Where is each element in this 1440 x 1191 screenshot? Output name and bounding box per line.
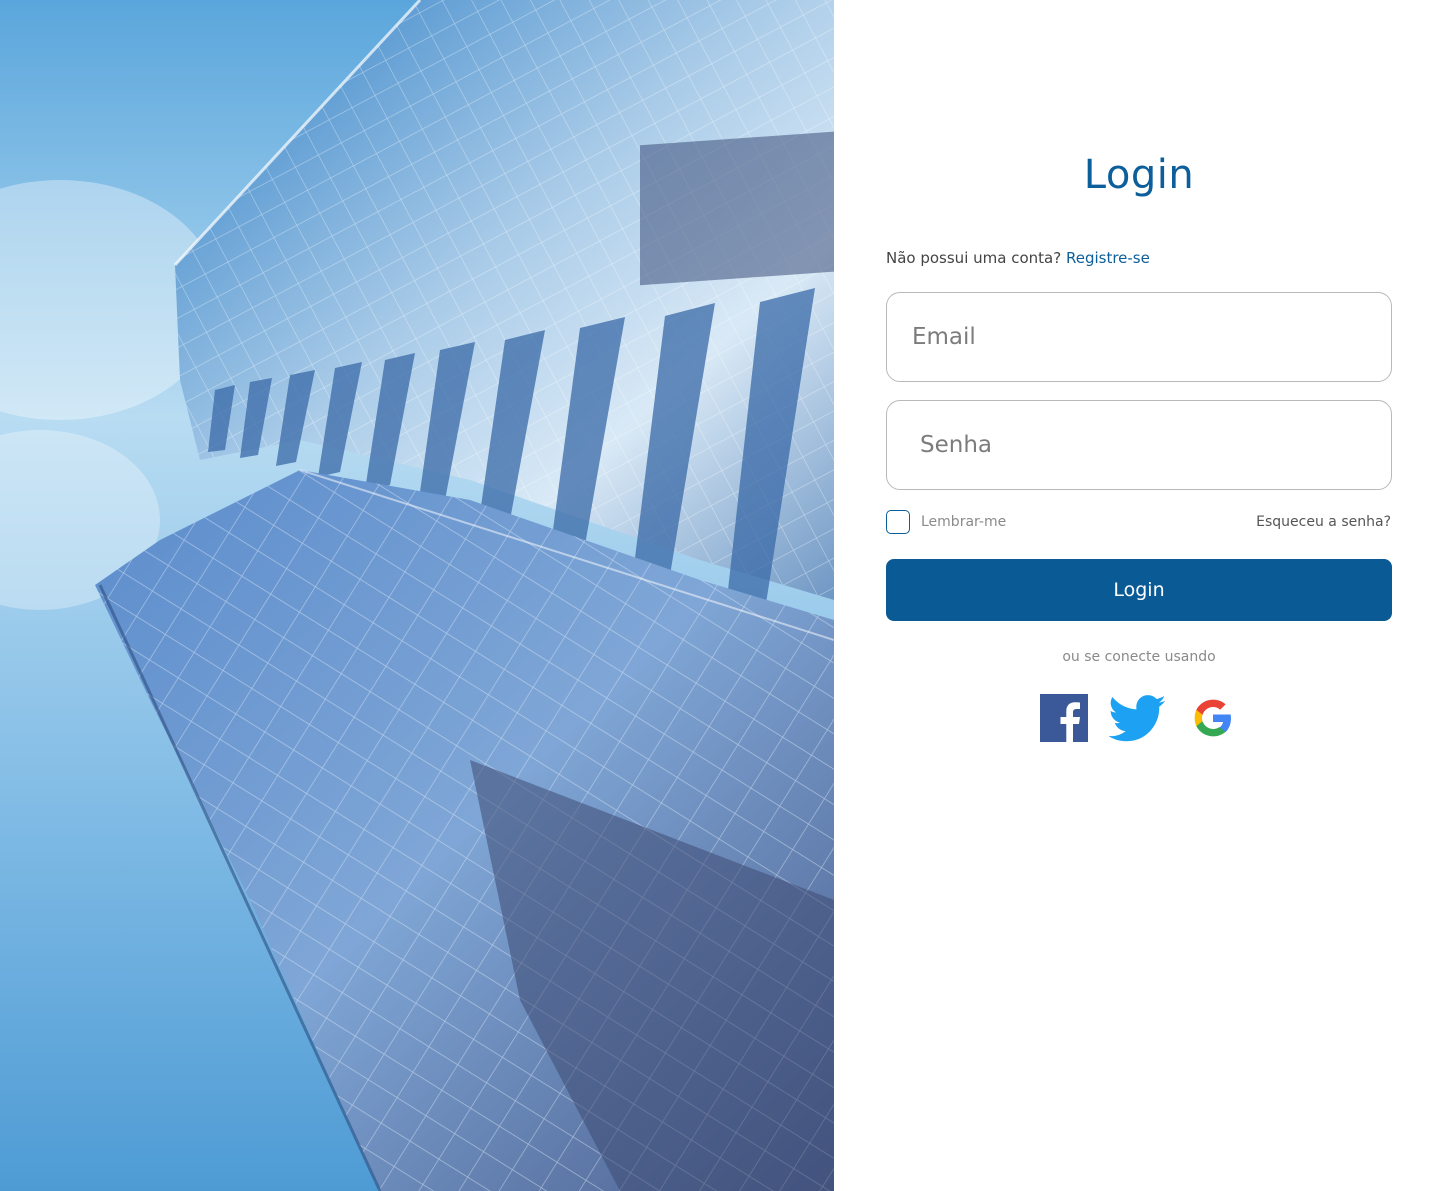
hero-image [0, 0, 834, 1191]
google-icon[interactable] [1191, 696, 1235, 744]
building-illustration [0, 0, 834, 1191]
login-panel: Login Não possui uma conta? Registre-se … [834, 0, 1440, 1191]
social-prompt: ou se conecte usando [1062, 649, 1216, 665]
signup-prompt: Não possui uma conta? Registre-se [886, 249, 1150, 267]
page-title: Login [1083, 152, 1195, 198]
remember-me: Lembrar-me [886, 510, 1006, 534]
twitter-icon[interactable] [1108, 694, 1167, 748]
email-field[interactable] [887, 293, 1391, 381]
signup-link[interactable]: Registre-se [1066, 249, 1150, 267]
login-page: Login Não possui uma conta? Registre-se … [0, 0, 1440, 1191]
signup-prompt-text: Não possui uma conta? [886, 249, 1062, 267]
forgot-password-link[interactable]: Esqueceu a senha? [1256, 514, 1391, 530]
email-field-container [886, 292, 1392, 382]
social-login-group [834, 694, 1440, 744]
password-field-container [886, 400, 1392, 490]
facebook-icon[interactable] [1040, 694, 1088, 746]
remember-me-label[interactable]: Lembrar-me [921, 514, 1006, 530]
remember-me-checkbox[interactable] [886, 510, 910, 534]
login-button[interactable]: Login [886, 559, 1392, 621]
password-field[interactable] [887, 401, 1391, 489]
